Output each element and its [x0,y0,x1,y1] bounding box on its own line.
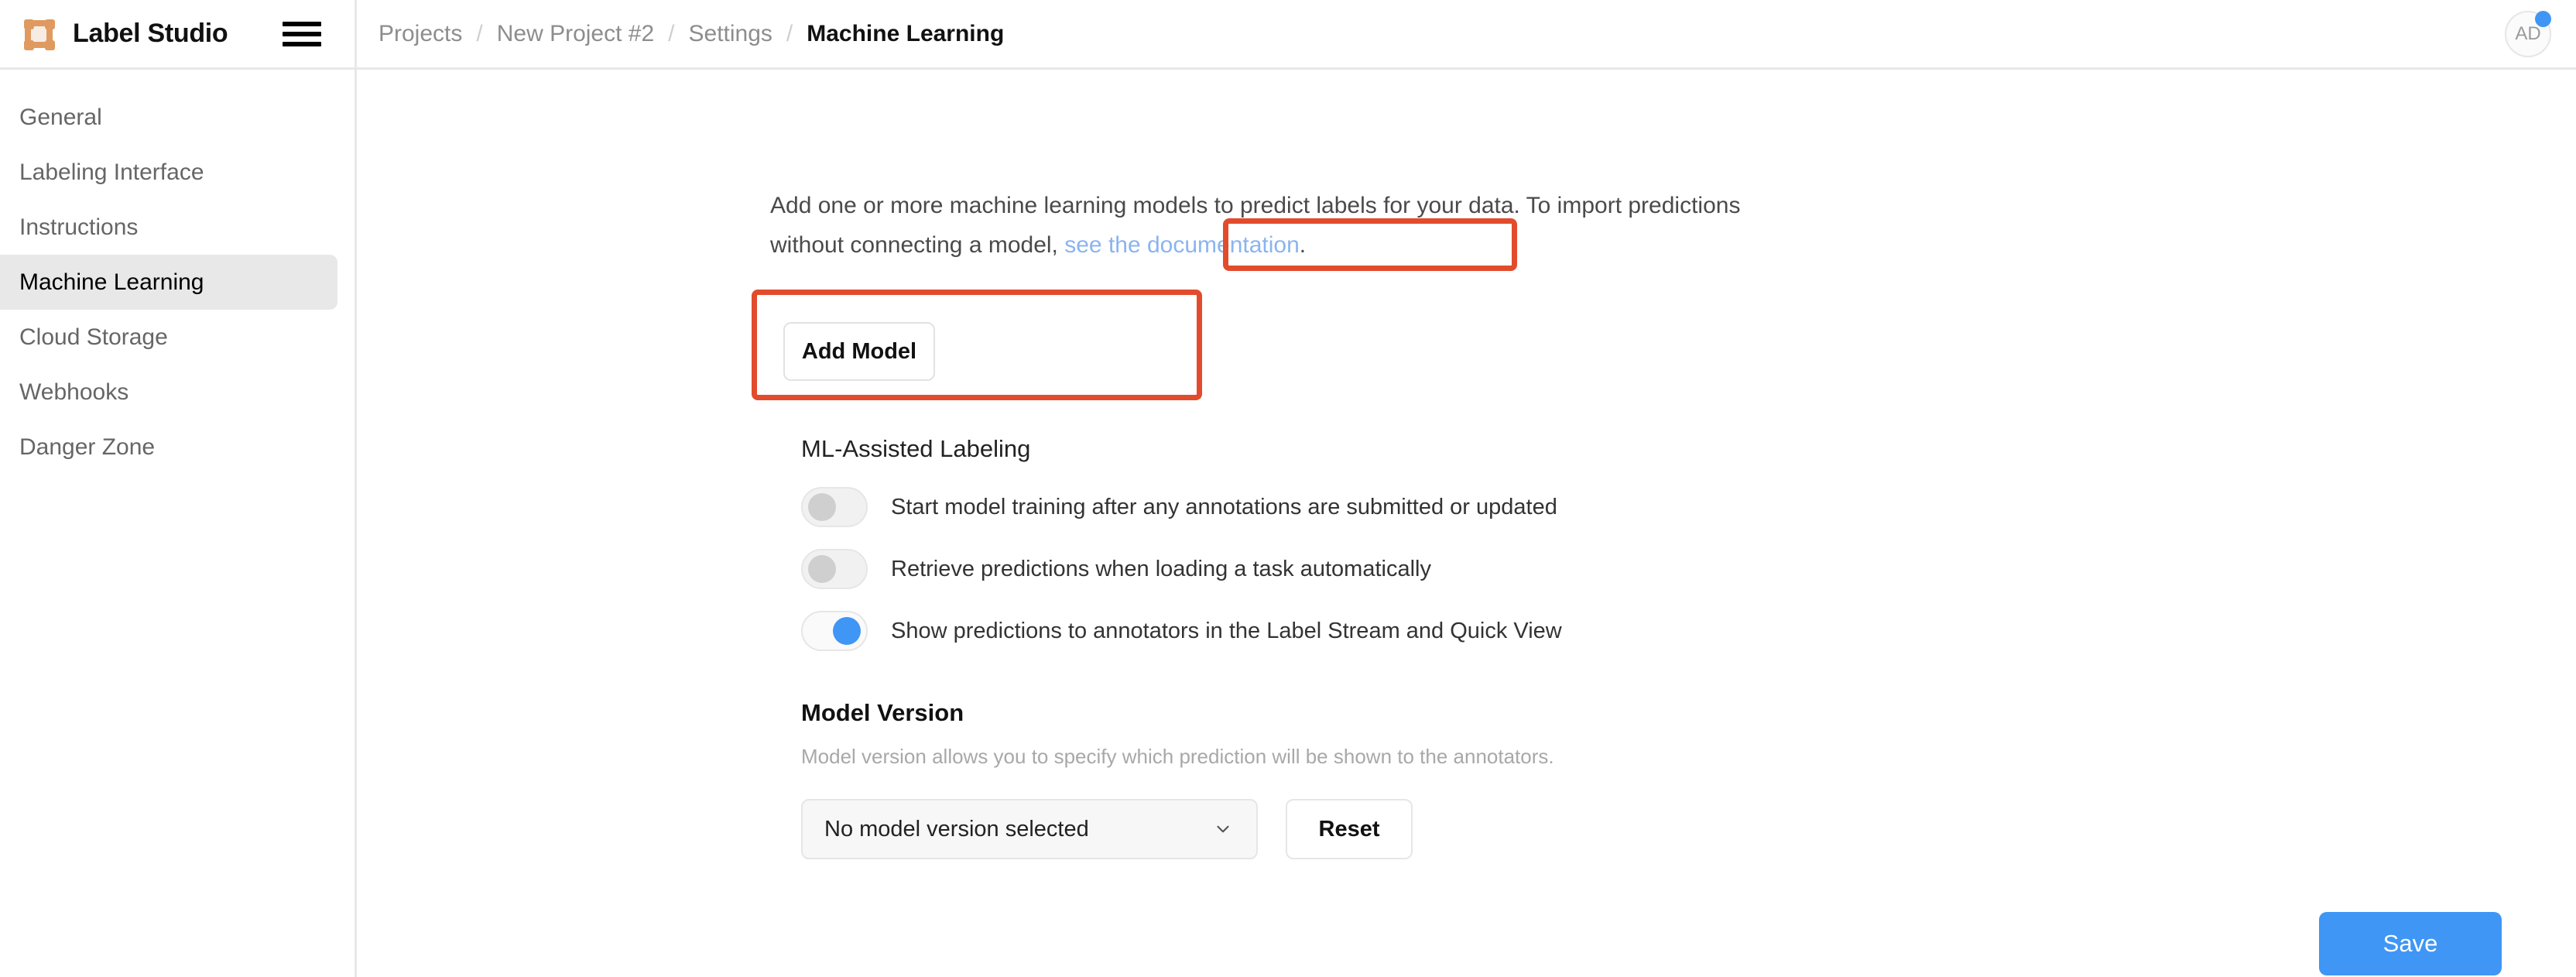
breadcrumb-separator: / [668,20,675,46]
chevron-down-icon [1213,819,1233,839]
sidebar-item-general[interactable]: General [0,90,337,145]
save-button[interactable]: Save [2319,912,2502,975]
breadcrumb: Projects / New Project #2 / Settings / M… [379,21,1004,47]
model-version-description: Model version allows you to specify whic… [801,745,1554,768]
settings-nav: General Labeling Interface Instructions … [0,70,355,475]
avatar-initials: AD [2515,22,2541,44]
topbar: Projects / New Project #2 / Settings / M… [357,0,2576,70]
ml-assisted-labeling-title: ML-Assisted Labeling [801,435,1031,462]
reset-button[interactable]: Reset [1286,799,1413,859]
avatar[interactable]: AD [2505,10,2551,57]
breadcrumb-item-current: Machine Learning [807,20,1005,46]
model-version-select-value: No model version selected [824,816,1089,842]
toggle-row-show-predictions: Show predictions to annotators in the La… [801,611,1562,651]
documentation-link[interactable]: see the documentation [1064,232,1300,258]
sidebar-item-instructions[interactable]: Instructions [0,200,337,255]
breadcrumb-separator: / [786,20,793,46]
label-studio-bbox-icon [22,17,56,51]
breadcrumb-separator: / [476,20,483,46]
toggle-row-start-training: Start model training after any annotatio… [801,487,1557,527]
intro-text: Add one or more machine learning models … [770,186,1745,265]
sidebar-item-machine-learning[interactable]: Machine Learning [0,255,337,310]
breadcrumb-item-project[interactable]: New Project #2 [497,21,654,47]
hamburger-menu-icon[interactable] [283,19,321,49]
sidebar-item-webhooks[interactable]: Webhooks [0,365,337,420]
toggle-start-model-training[interactable] [801,487,868,527]
toggle-label-show-predictions: Show predictions to annotators in the La… [891,618,1562,643]
toggle-label-start-model-training: Start model training after any annotatio… [891,494,1557,519]
sidebar: Label Studio General Labeling Interface … [0,0,357,977]
breadcrumb-item-settings[interactable]: Settings [689,21,772,47]
toggle-retrieve-predictions[interactable] [801,549,868,589]
breadcrumb-item-projects[interactable]: Projects [379,21,462,47]
main-area: Projects / New Project #2 / Settings / M… [357,0,2576,977]
toggle-label-retrieve-predictions: Retrieve predictions when loading a task… [891,556,1431,581]
avatar-status-badge [2535,10,2551,27]
label-studio-settings-page: Label Studio General Labeling Interface … [0,0,2576,977]
sidebar-item-danger-zone[interactable]: Danger Zone [0,420,337,475]
model-version-controls: No model version selected Reset [801,799,1413,859]
brand-header: Label Studio [0,0,355,70]
model-version-title: Model Version [801,699,964,726]
sidebar-item-cloud-storage[interactable]: Cloud Storage [0,310,337,365]
sidebar-item-labeling-interface[interactable]: Labeling Interface [0,145,337,200]
toggle-row-retrieve-predictions: Retrieve predictions when loading a task… [801,549,1431,589]
add-model-button[interactable]: Add Model [783,322,935,381]
brand-name: Label Studio [73,19,228,48]
model-version-select[interactable]: No model version selected [801,799,1258,859]
toggle-show-predictions[interactable] [801,611,868,651]
intro-text-after: . [1299,232,1307,258]
